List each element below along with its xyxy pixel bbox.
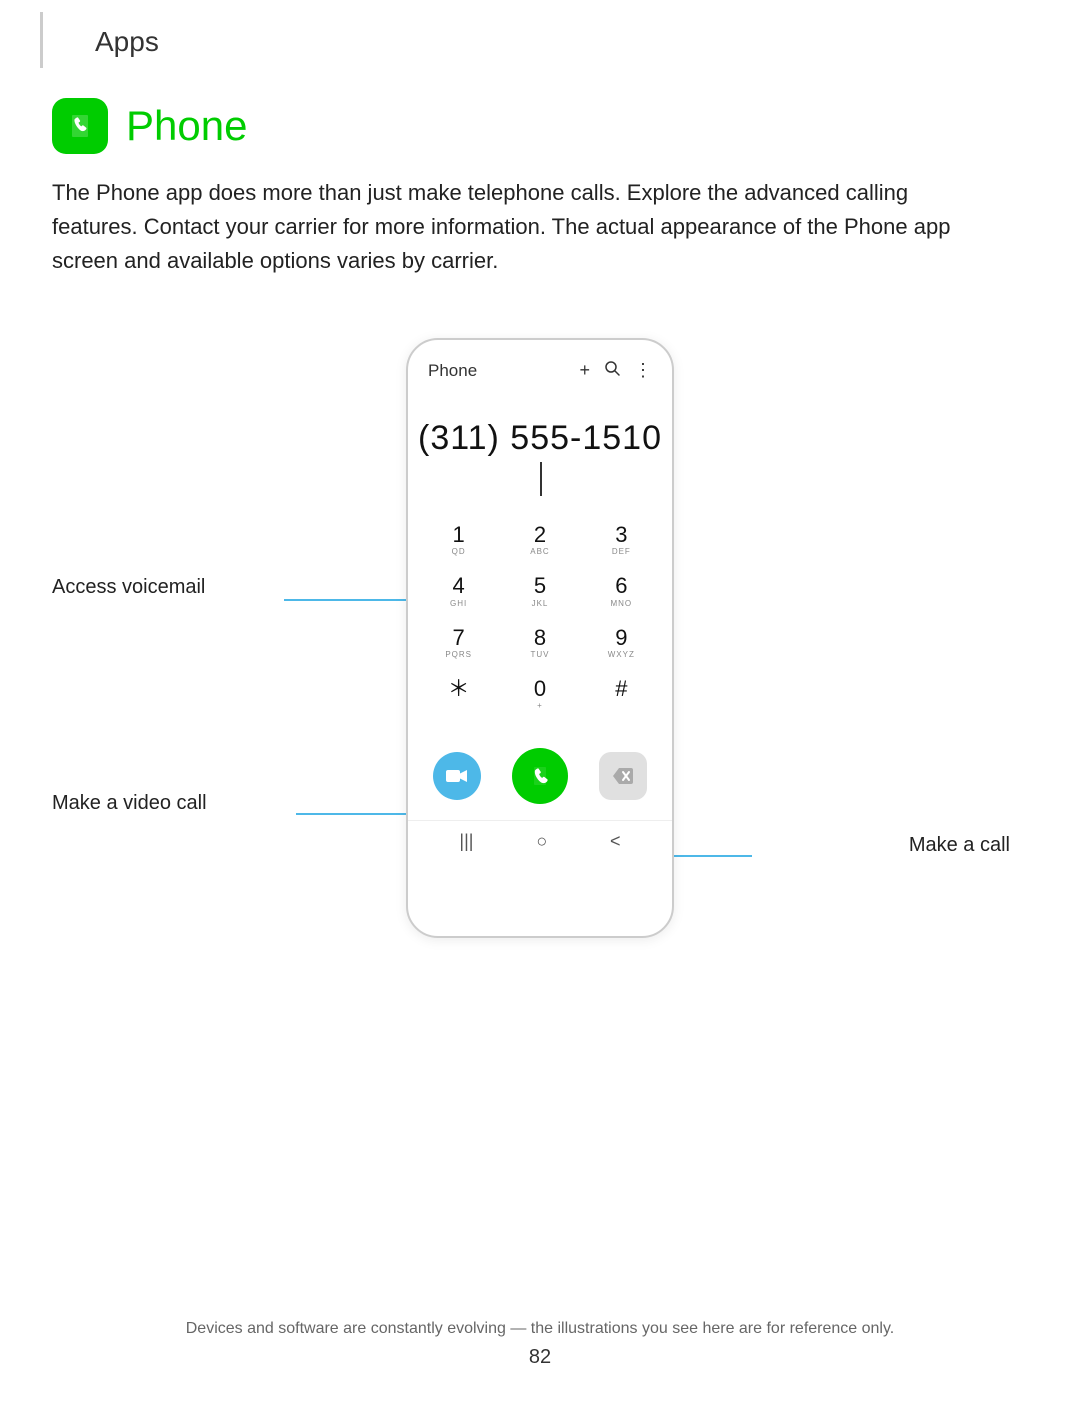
- section-header: Phone: [52, 98, 1028, 154]
- cursor: [540, 462, 542, 496]
- key-2[interactable]: 2 ABC: [505, 517, 575, 562]
- key-3[interactable]: 3 DEF: [586, 517, 656, 562]
- footer: Devices and software are constantly evol…: [0, 1320, 1080, 1369]
- key-4[interactable]: 4 GHI: [424, 568, 494, 613]
- add-icon: +: [579, 360, 590, 381]
- key-1[interactable]: 1 QD: [424, 517, 494, 562]
- video-call-button[interactable]: [433, 752, 481, 800]
- phone-header-icons: + ⋮: [579, 360, 652, 381]
- phone-app-icon: [52, 98, 108, 154]
- nav-home-icon: ○: [536, 831, 547, 852]
- search-icon: [604, 360, 620, 381]
- keypad-row-3: 7 PQRS 8 TUV 9 WXYZ: [418, 620, 662, 665]
- phone-icon-svg: [64, 110, 96, 142]
- more-icon: ⋮: [634, 360, 652, 381]
- keypad-row-1: 1 QD 2 ABC 3 DEF: [418, 517, 662, 562]
- phone-mockup: Phone + ⋮ (311) 555-1510: [406, 338, 674, 938]
- description-text: The Phone app does more than just make t…: [52, 176, 952, 278]
- nav-bar: ||| ○ <: [408, 820, 672, 862]
- keypad: 1 QD 2 ABC 3 DEF 4 GHI: [408, 517, 672, 738]
- key-7[interactable]: 7 PQRS: [424, 620, 494, 665]
- keypad-row-2: 4 GHI 5 JKL 6 MNO: [418, 568, 662, 613]
- nav-recent-icon: |||: [459, 831, 473, 852]
- footer-page-number: 82: [0, 1346, 1080, 1369]
- key-9[interactable]: 9 WXYZ: [586, 620, 656, 665]
- key-8[interactable]: 8 TUV: [505, 620, 575, 665]
- breadcrumb-text: Apps: [95, 26, 159, 57]
- delete-button[interactable]: [599, 752, 647, 800]
- phone-header-title: Phone: [428, 361, 477, 381]
- keypad-row-4: ＊ 0 + #: [418, 671, 662, 716]
- nav-back-icon: <: [610, 831, 621, 852]
- footer-note: Devices and software are constantly evol…: [0, 1320, 1080, 1338]
- label-call: Make a call: [909, 834, 1010, 857]
- breadcrumb: Apps: [40, 12, 1080, 68]
- key-6[interactable]: 6 MNO: [586, 568, 656, 613]
- diagram-wrapper: Access voicemail Make a video call Make …: [52, 318, 1028, 938]
- phone-number-display: (311) 555-1510: [408, 389, 672, 517]
- phone-header: Phone + ⋮: [408, 340, 672, 389]
- key-star[interactable]: ＊: [424, 671, 494, 716]
- main-content: Phone The Phone app does more than just …: [0, 68, 1080, 938]
- key-5[interactable]: 5 JKL: [505, 568, 575, 613]
- key-hash[interactable]: #: [586, 671, 656, 716]
- label-video: Make a video call: [52, 792, 207, 815]
- label-voicemail: Access voicemail: [52, 576, 205, 599]
- call-button[interactable]: [512, 748, 568, 804]
- section-title: Phone: [126, 102, 247, 150]
- action-row: [408, 738, 672, 820]
- key-0[interactable]: 0 +: [505, 671, 575, 716]
